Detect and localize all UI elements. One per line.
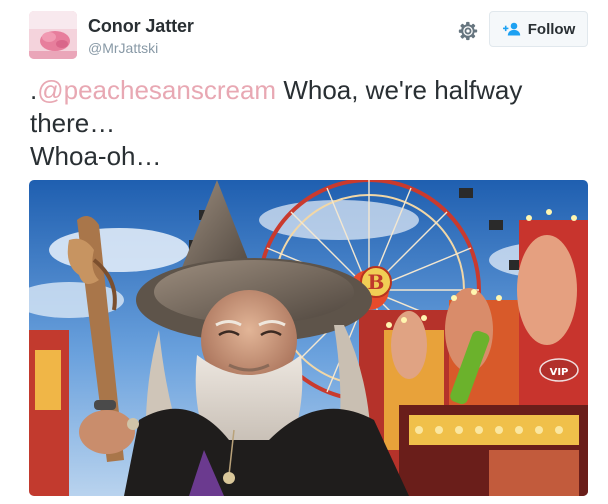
gear-icon[interactable] bbox=[457, 20, 479, 42]
add-user-icon bbox=[502, 22, 520, 36]
avatar[interactable] bbox=[29, 11, 77, 59]
vip-sign: VIP bbox=[550, 367, 569, 378]
display-name[interactable]: Conor Jatter bbox=[88, 16, 194, 37]
tweet-media-photo[interactable]: B VIP bbox=[29, 180, 588, 496]
mention-link[interactable]: @peachesanscream bbox=[37, 75, 276, 105]
follow-label: Follow bbox=[527, 20, 576, 38]
tweet-line-1-text: Whoa, we're halfway bbox=[276, 75, 523, 105]
follow-button[interactable]: Follow bbox=[489, 11, 588, 47]
user-handle[interactable]: @MrJattski bbox=[88, 40, 158, 56]
avatar-image bbox=[29, 11, 77, 59]
tweet-line-1: .@peachesanscream Whoa, we're halfway bbox=[30, 74, 585, 107]
b-sign: B bbox=[368, 270, 385, 294]
tweet-text: .@peachesanscream Whoa, we're halfway th… bbox=[30, 74, 585, 173]
tweet-card: Conor Jatter @MrJattski Follow .@peaches… bbox=[0, 0, 608, 504]
tweet-line-2: there… bbox=[30, 108, 116, 138]
tweet-line-3: Whoa-oh… bbox=[30, 141, 162, 171]
